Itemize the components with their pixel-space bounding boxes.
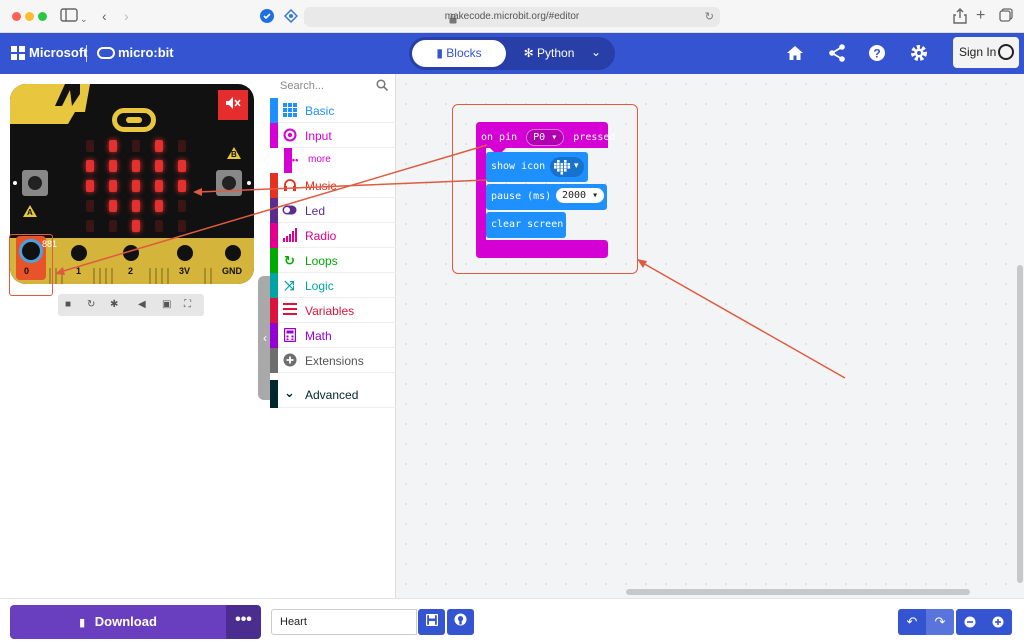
horizontal-scrollbar[interactable] [626, 589, 970, 595]
zoom-group [956, 609, 1012, 635]
blocks-workspace[interactable]: on pin P0 ▾ pressed show icon ▾ pause (m… [55, 74, 1024, 598]
zoom-in-button[interactable] [984, 609, 1012, 635]
redo-button[interactable]: ↷ [926, 609, 954, 635]
download-button[interactable]: ▮ Download [10, 605, 226, 639]
editor-footer: ▮ Download ••• Heart ↶ ↷ [0, 598, 1024, 643]
github-button[interactable] [447, 609, 474, 635]
more-options-button[interactable]: ••• [226, 605, 261, 639]
undo-button[interactable]: ↶ [898, 609, 926, 635]
save-button[interactable] [418, 609, 445, 635]
download-file-icon: ▮ [79, 617, 86, 629]
annotation-arrows [55, 144, 846, 379]
undo-redo-group: ↶ ↷ [898, 609, 954, 635]
save-icon [425, 613, 438, 627]
minus-circle-icon [964, 616, 976, 628]
project-name-input[interactable]: Heart [271, 609, 417, 635]
plus-circle-icon [992, 616, 1004, 628]
zoom-out-button[interactable] [956, 609, 984, 635]
vertical-scrollbar[interactable] [1017, 265, 1023, 583]
github-icon [454, 613, 467, 626]
